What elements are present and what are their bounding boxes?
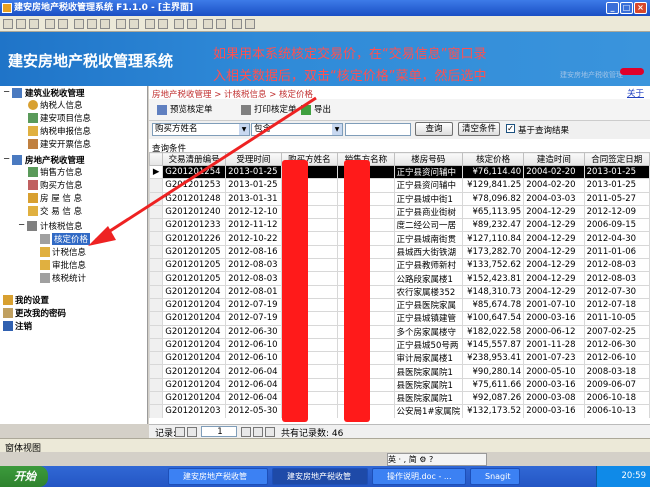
annotation-arrow (88, 96, 317, 246)
arrow-shaft (95, 96, 317, 242)
